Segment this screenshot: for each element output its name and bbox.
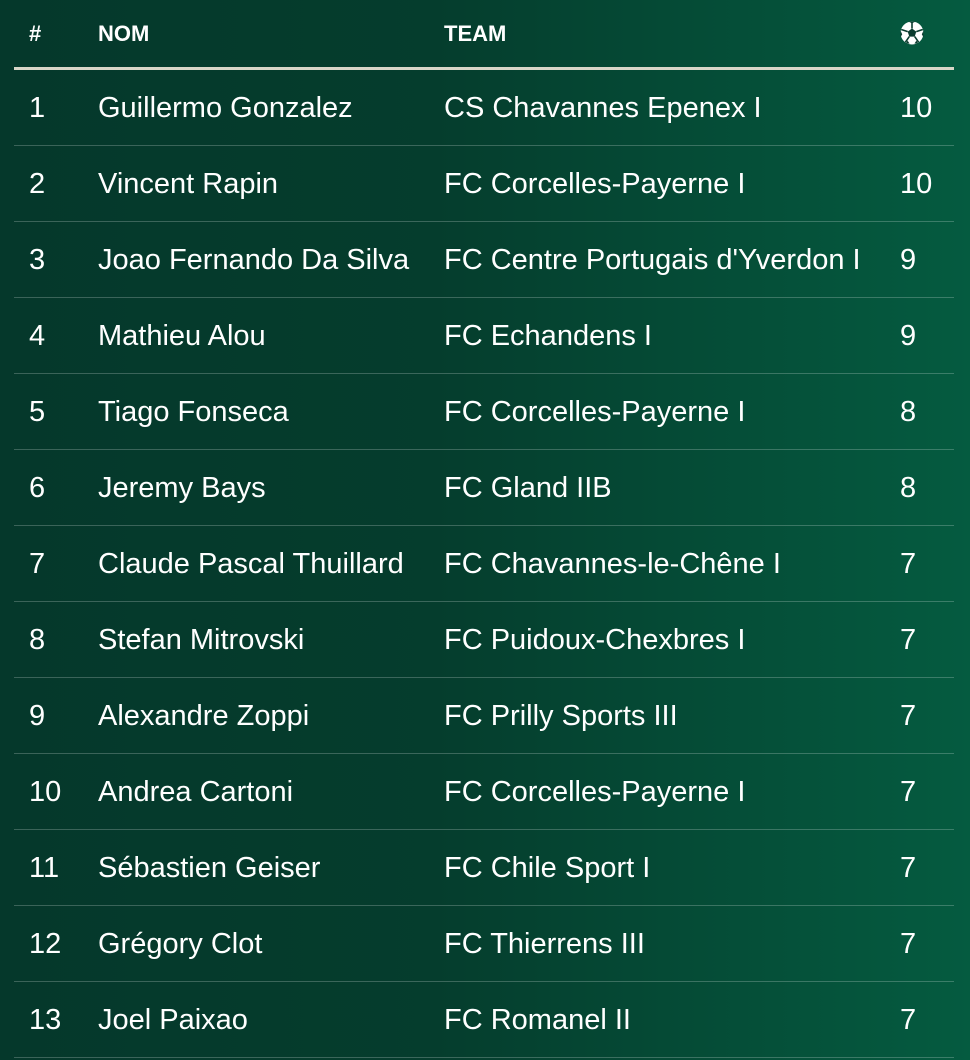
team-name-cell: FC Puidoux-Chexbres I: [444, 624, 746, 656]
table-row[interactable]: 3 Joao Fernando Da Silva FC Centre Portuga…: [14, 222, 954, 298]
goals-cell: 7: [900, 700, 917, 732]
rank-cell: 2: [29, 168, 46, 200]
table-row[interactable]: 11 Sébastien Geiser FC Chile Sport I 7: [14, 830, 954, 906]
player-name-cell: Vincent Rapin: [98, 168, 279, 200]
goals-cell: 7: [900, 928, 917, 960]
table-row[interactable]: 8 Stefan Mitrovski FC Puidoux-Chexbres I 7: [14, 602, 954, 678]
goals-cell: 7: [900, 852, 917, 884]
rank-cell: 6: [29, 472, 46, 504]
player-name-cell: Joao Fernando Da Silva: [98, 244, 410, 276]
rank-cell: 9: [29, 700, 46, 732]
player-name-cell: Stefan Mitrovski: [98, 624, 305, 656]
team-name-cell: FC Echandens I: [444, 320, 652, 352]
goals-cell: 7: [900, 1004, 917, 1036]
table-row[interactable]: 10 Andrea Cartoni FC Corcelles-Payerne I 7: [14, 754, 954, 830]
team-name-cell: FC Thierrens III: [444, 928, 645, 960]
table-row[interactable]: 2 Vincent Rapin FC Corcelles-Payerne I 10: [14, 146, 954, 222]
player-name-cell: Jeremy Bays: [98, 472, 266, 504]
team-name-cell: FC Prilly Sports III: [444, 700, 678, 732]
rank-cell: 3: [29, 244, 46, 276]
goals-cell: 8: [900, 472, 917, 504]
player-name-cell: Tiago Fonseca: [98, 396, 289, 428]
table-row[interactable]: 9 Alexandre Zoppi FC Prilly Sports III 7: [14, 678, 954, 754]
team-column-header[interactable]: TEAM: [444, 22, 506, 46]
player-name-cell: Claude Pascal Thuillard: [98, 548, 404, 580]
goals-cell: 9: [900, 244, 917, 276]
goals-cell: 7: [900, 548, 917, 580]
table-row[interactable]: 13 Joel Paixao FC Romanel II 7: [14, 982, 954, 1058]
player-name-cell: Grégory Clot: [98, 928, 263, 960]
table-row[interactable]: 12 Grégory Clot FC Thierrens III 7: [14, 906, 954, 982]
table-row[interactable]: 1 Guillermo Gonzalez CS Chavannes Epenex I…: [14, 70, 954, 146]
table-body: 1 Guillermo Gonzalez CS Chavannes Epenex I…: [14, 70, 954, 1058]
rank-cell: 11: [29, 852, 60, 884]
rank-cell: 4: [29, 320, 46, 352]
name-column-header[interactable]: NOM: [98, 22, 149, 46]
team-name-cell: FC Chile Sport I: [444, 852, 651, 884]
rank-cell: 8: [29, 624, 46, 656]
goals-cell: 7: [900, 624, 917, 656]
team-name-cell: FC Gland IIB: [444, 472, 612, 504]
rank-cell: 12: [29, 928, 62, 960]
player-name-cell: Guillermo Gonzalez: [98, 92, 353, 124]
table-row[interactable]: 4 Mathieu Alou FC Echandens I 9: [14, 298, 954, 374]
table-row[interactable]: 7 Claude Pascal Thuillard FC Chavannes-le-…: [14, 526, 954, 602]
team-name-cell: FC Chavannes-le-Chêne I: [444, 548, 781, 580]
goals-cell: 8: [900, 396, 917, 428]
team-name-cell: FC Romanel II: [444, 1004, 631, 1036]
rank-cell: 10: [29, 776, 62, 808]
goals-cell: 9: [900, 320, 917, 352]
team-name-cell: FC Centre Portugais d'Yverdon I: [444, 244, 861, 276]
player-name-cell: Andrea Cartoni: [98, 776, 294, 808]
player-name-cell: Sébastien Geiser: [98, 852, 321, 884]
team-name-cell: CS Chavannes Epenex I: [444, 92, 762, 124]
rank-column-header[interactable]: #: [29, 22, 41, 46]
rank-cell: 1: [29, 92, 46, 124]
goals-cell: 10: [900, 92, 933, 124]
soccer-ball-icon-graphic: [900, 21, 924, 45]
rank-cell: 5: [29, 396, 46, 428]
table-row[interactable]: 5 Tiago Fonseca FC Corcelles-Payerne I 8: [14, 374, 954, 450]
team-name-cell: FC Corcelles-Payerne I: [444, 776, 746, 808]
soccer-ball-icon[interactable]: [899, 20, 925, 46]
scorers-table: # NOM TEAM 1 Guillermo Gonzalez CS Chavann…: [14, 0, 954, 1058]
rank-cell: 13: [29, 1004, 62, 1036]
team-name-cell: FC Corcelles-Payerne I: [444, 396, 746, 428]
goals-cell: 7: [900, 776, 917, 808]
team-name-cell: FC Corcelles-Payerne I: [444, 168, 746, 200]
player-name-cell: Joel Paixao: [98, 1004, 248, 1036]
table-row[interactable]: 6 Jeremy Bays FC Gland IIB 8: [14, 450, 954, 526]
goals-cell: 10: [900, 168, 933, 200]
rank-cell: 7: [29, 548, 46, 580]
player-name-cell: Alexandre Zoppi: [98, 700, 310, 732]
table-header: # NOM TEAM: [14, 0, 954, 70]
player-name-cell: Mathieu Alou: [98, 320, 266, 352]
